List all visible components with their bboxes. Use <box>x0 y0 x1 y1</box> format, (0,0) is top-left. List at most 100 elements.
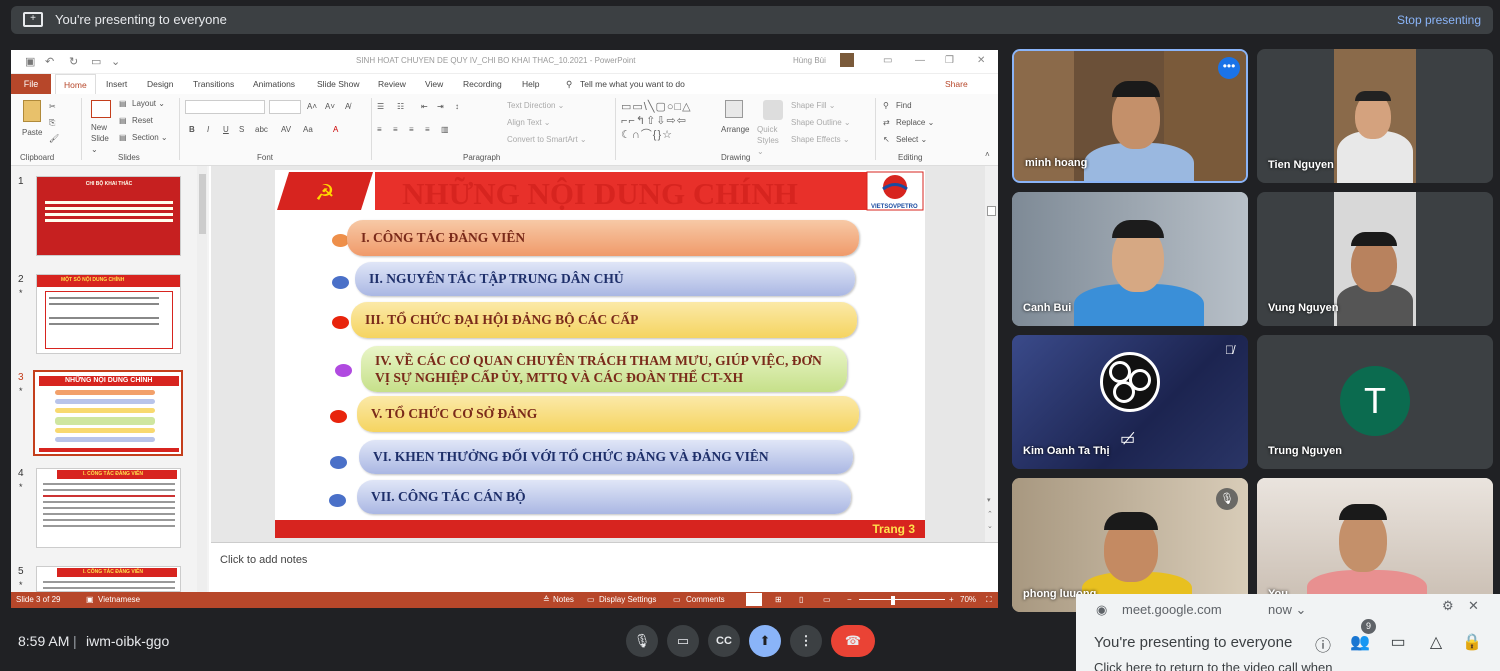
notification-settings-icon[interactable]: ⚙ <box>1442 598 1454 614</box>
tab-slide-show[interactable]: Slide Show <box>317 79 360 89</box>
stop-presenting-button[interactable]: Stop presenting <box>1397 13 1481 27</box>
align-left-icon[interactable]: ≡ <box>377 125 382 134</box>
leave-call-button[interactable]: ☎ <box>831 625 875 657</box>
restore-icon[interactable]: ❐ <box>945 55 954 66</box>
slide-thumbnail-3[interactable]: NHỮNG NỘI DUNG CHÍNH <box>33 370 183 456</box>
select-button[interactable]: Select ⌄ <box>896 135 927 144</box>
char-spacing-icon[interactable]: AV <box>281 125 291 134</box>
tab-transitions[interactable]: Transitions <box>193 79 234 89</box>
clear-formatting-icon[interactable]: A̸ <box>345 102 350 111</box>
share-button[interactable]: Share <box>945 79 968 89</box>
microphone-button[interactable]: 🎙 <box>626 625 658 657</box>
spellcheck-icon[interactable]: ▣ <box>86 595 94 604</box>
convert-smartart-button[interactable]: Convert to SmartArt ⌄ <box>507 135 587 144</box>
shape-outline-button[interactable]: Shape Outline ⌄ <box>791 118 851 127</box>
participant-tile-kim-oanh[interactable]: 🎙̸ ▭̸ Kim Oanh Ta Thị <box>1012 335 1248 469</box>
quick-styles-button[interactable]: Quick Styles ⌄ <box>757 124 787 157</box>
participant-tile-tien-nguyen[interactable]: Tien Nguyen <box>1257 49 1493 183</box>
align-center-icon[interactable]: ≡ <box>393 125 398 134</box>
font-name-box[interactable] <box>185 100 265 114</box>
undo-icon[interactable]: ↶ <box>45 55 54 68</box>
notes-pane[interactable]: Click to add notes <box>211 542 998 592</box>
zoom-in-icon[interactable]: + <box>949 595 954 604</box>
section-button[interactable]: Section ⌄ <box>132 133 168 142</box>
new-slide-icon[interactable] <box>91 100 111 118</box>
redo-icon[interactable]: ↻ <box>69 55 78 68</box>
tab-home[interactable]: Home <box>55 74 96 94</box>
font-color-icon[interactable]: A <box>333 125 338 134</box>
captions-button[interactable]: CC <box>708 625 740 657</box>
zoom-slider-thumb[interactable] <box>891 596 895 605</box>
notes-button[interactable]: Notes <box>553 595 574 604</box>
slide-sorter-icon[interactable]: ⊞ <box>775 595 782 604</box>
agenda-item-4[interactable]: IV. VỀ CÁC CƠ QUAN CHUYÊN TRÁCH THAM MƯU… <box>361 346 847 392</box>
host-controls-icon[interactable]: 🔒 <box>1460 632 1484 652</box>
agenda-item-3[interactable]: III. TỔ CHỨC ĐẠI HỘI ĐẢNG BỘ CÁC CẤP <box>351 302 857 338</box>
agenda-item-5[interactable]: V. TỔ CHỨC CƠ SỞ ĐẢNG <box>357 396 859 432</box>
arrange-icon[interactable] <box>725 100 743 118</box>
agenda-item-1[interactable]: I. CÔNG TÁC ĐẢNG VIÊN <box>347 220 859 256</box>
slide-thumbnail-1[interactable]: CHI BỘ KHAI THÁC <box>36 176 181 256</box>
format-painter-icon[interactable]: 🖌 <box>49 134 59 143</box>
columns-icon[interactable]: ▥ <box>441 125 449 134</box>
thumbnail-scroll-thumb[interactable] <box>199 174 206 234</box>
slide-thumbnail-5[interactable]: I. CÔNG TÁC ĐẢNG VIÊN <box>36 566 181 592</box>
new-slide-button[interactable]: New Slide ⌄ <box>91 122 117 155</box>
notes-placeholder[interactable]: Click to add notes <box>220 554 307 566</box>
tab-help[interactable]: Help <box>522 79 539 89</box>
shape-effects-button[interactable]: Shape Effects ⌄ <box>791 135 850 144</box>
agenda-item-6[interactable]: VI. KHEN THƯỞNG ĐỐI VỚI TỔ CHỨC ĐẢNG VÀ … <box>359 440 853 474</box>
more-options-button[interactable]: ⋮ <box>790 625 822 657</box>
layout-button[interactable]: Layout ⌄ <box>132 99 165 108</box>
participant-tile-canh-bui[interactable]: Canh Bui <box>1012 192 1248 326</box>
present-button[interactable]: ⬆ <box>749 625 781 657</box>
italic-icon[interactable]: I <box>207 125 209 134</box>
camera-button[interactable]: ▭ <box>667 625 699 657</box>
fit-to-window-icon[interactable]: ⛶ <box>986 595 992 605</box>
reset-button[interactable]: Reset <box>132 116 153 125</box>
people-icon[interactable]: 👥 <box>1348 632 1372 652</box>
close-icon[interactable]: ✕ <box>977 55 985 66</box>
more-options-icon[interactable]: ••• <box>1218 57 1240 79</box>
current-slide[interactable]: ☭ NHỮNG NỘI DUNG CHÍNH VIETSOVPETRO I. C… <box>275 170 925 538</box>
copy-icon[interactable]: ⎘ <box>49 118 55 128</box>
slide-thumbnail-4[interactable]: I. CÔNG TÁC ĐẢNG VIÊN <box>36 468 181 548</box>
justify-icon[interactable]: ≡ <box>425 125 430 134</box>
cut-icon[interactable]: ✂ <box>49 102 56 111</box>
account-avatar[interactable] <box>840 53 854 67</box>
decrease-font-icon[interactable]: A˅ <box>325 102 335 111</box>
agenda-item-2[interactable]: II. NGUYÊN TẮC TẬP TRUNG DÂN CHỦ <box>355 262 855 296</box>
comments-button[interactable]: Comments <box>686 595 725 604</box>
tab-file[interactable]: File <box>11 74 51 94</box>
change-case-icon[interactable]: Aa <box>303 125 313 134</box>
tell-me-search[interactable]: Tell me what you want to do <box>580 79 685 89</box>
zoom-level[interactable]: 70% <box>960 595 976 604</box>
arrange-button[interactable]: Arrange <box>721 125 749 134</box>
language-indicator[interactable]: Vietnamese <box>98 595 140 604</box>
numbering-icon[interactable]: ☷ <box>397 102 404 111</box>
editor-scrollbar[interactable]: ▾ ⌃ ⌄ <box>985 166 998 542</box>
participant-tile-trung-nguyen[interactable]: T Trung Nguyen <box>1257 335 1493 469</box>
participant-tile-vung-nguyen[interactable]: Vung Nguyen <box>1257 192 1493 326</box>
slide-show-icon[interactable]: ▭ <box>823 595 831 604</box>
bullets-icon[interactable]: ☰ <box>377 102 384 111</box>
participant-tile-phong-luuong[interactable]: 🎙 phong luuong <box>1012 478 1248 612</box>
bold-icon[interactable]: B <box>189 125 195 134</box>
activities-icon[interactable]: △ <box>1424 632 1448 652</box>
ribbon-display-icon[interactable]: ▭ <box>883 55 892 66</box>
paste-icon[interactable] <box>23 100 41 122</box>
collapse-ribbon-icon[interactable]: ˄ <box>985 150 990 159</box>
minimize-icon[interactable]: — <box>915 55 925 66</box>
start-from-beginning-icon[interactable]: ▭ <box>91 55 101 68</box>
tab-design[interactable]: Design <box>147 79 173 89</box>
participant-tile-minh-hoang[interactable]: ••• minh hoang <box>1012 49 1248 183</box>
participant-tile-you[interactable]: You <box>1257 478 1493 612</box>
line-spacing-icon[interactable]: ↕ <box>455 102 459 111</box>
align-text-button[interactable]: Align Text ⌄ <box>507 118 550 127</box>
tab-review[interactable]: Review <box>378 79 406 89</box>
decrease-indent-icon[interactable]: ⇤ <box>421 102 428 111</box>
tab-animations[interactable]: Animations <box>253 79 295 89</box>
chat-icon[interactable]: ▭ <box>1386 632 1410 652</box>
increase-font-icon[interactable]: A˄ <box>307 102 317 111</box>
slide-thumbnail-2[interactable]: MỘT SỐ NỘI DUNG CHÍNH <box>36 274 181 354</box>
